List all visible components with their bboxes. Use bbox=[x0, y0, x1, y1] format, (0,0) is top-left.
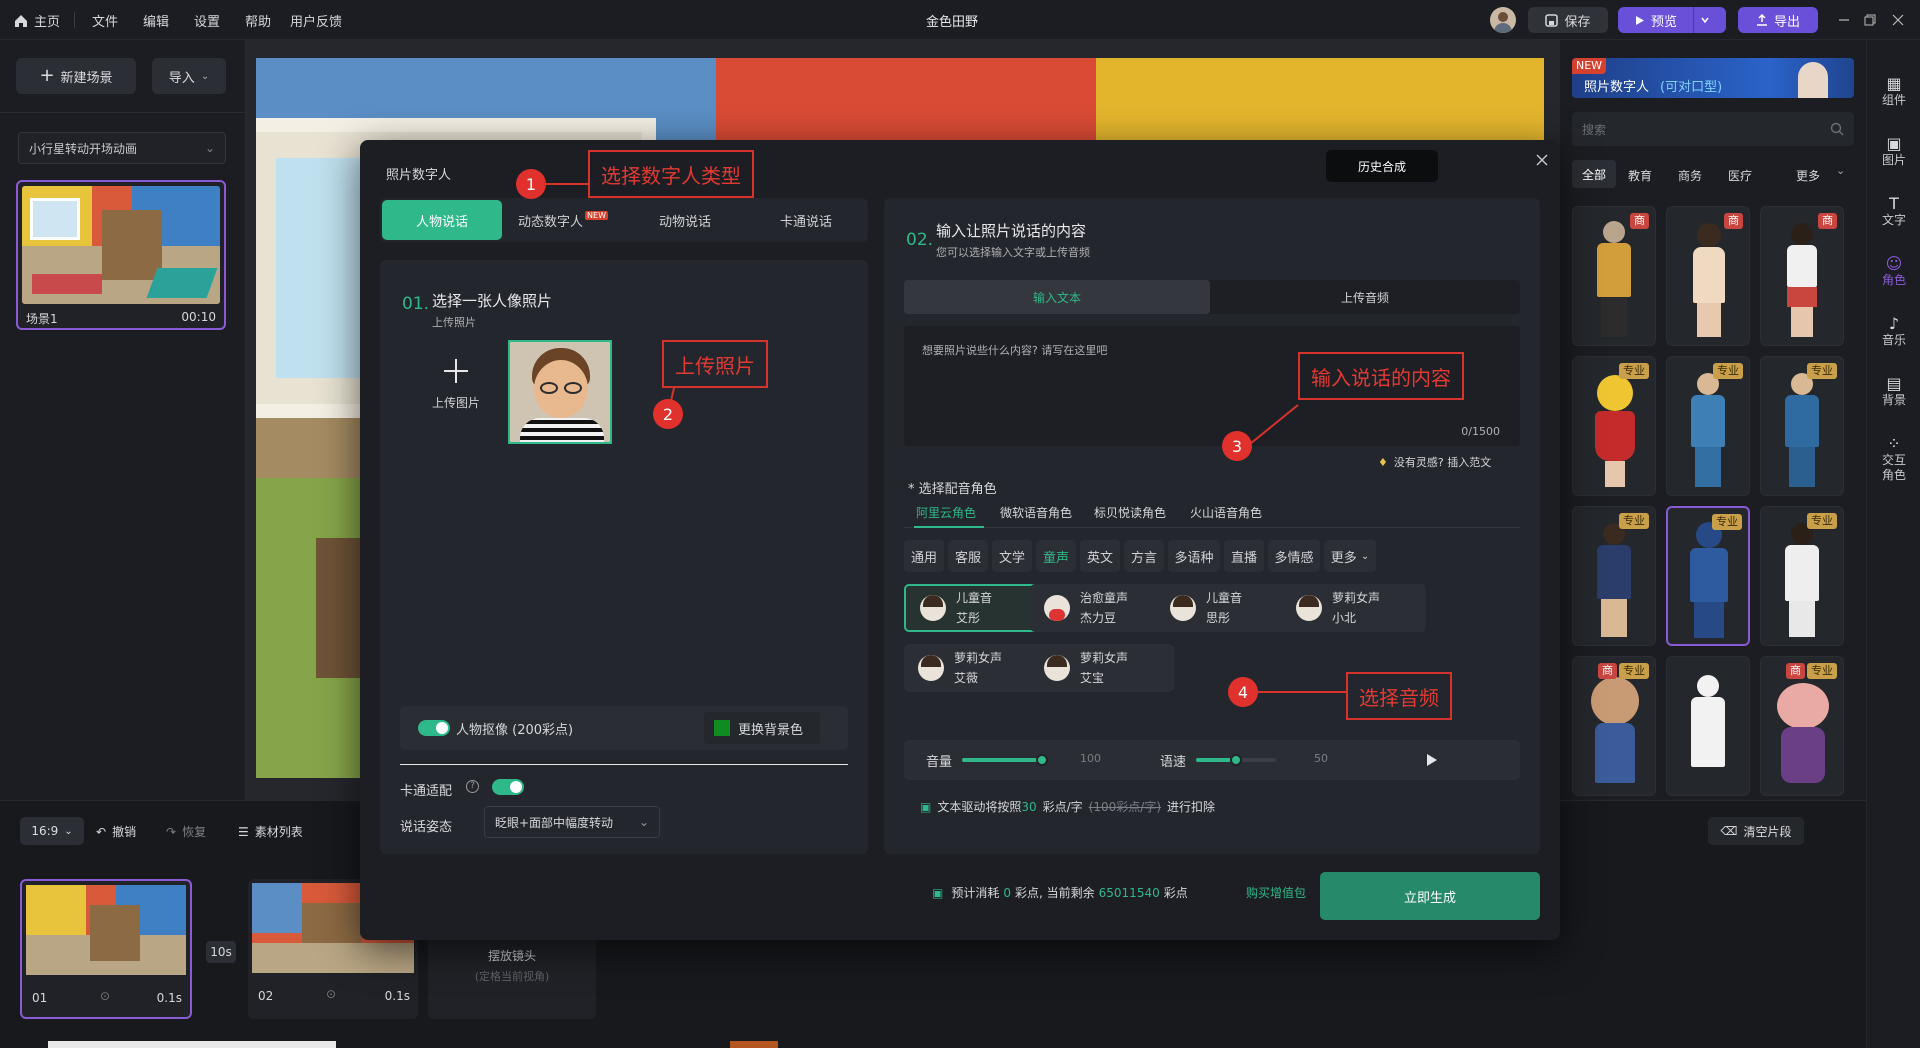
callout-upload-photo: 上传照片 bbox=[662, 340, 768, 388]
callout-number: 2 bbox=[653, 399, 683, 429]
callout-select-audio: 选择音频 bbox=[1346, 672, 1452, 720]
callout-number: 1 bbox=[516, 169, 546, 199]
callout-number: 4 bbox=[1228, 677, 1258, 707]
callout-number: 3 bbox=[1222, 431, 1252, 461]
callout-lines bbox=[545, 183, 1346, 693]
callout-input-speech: 输入说话的内容 bbox=[1298, 352, 1464, 400]
callout-select-type: 选择数字人类型 bbox=[588, 150, 754, 198]
